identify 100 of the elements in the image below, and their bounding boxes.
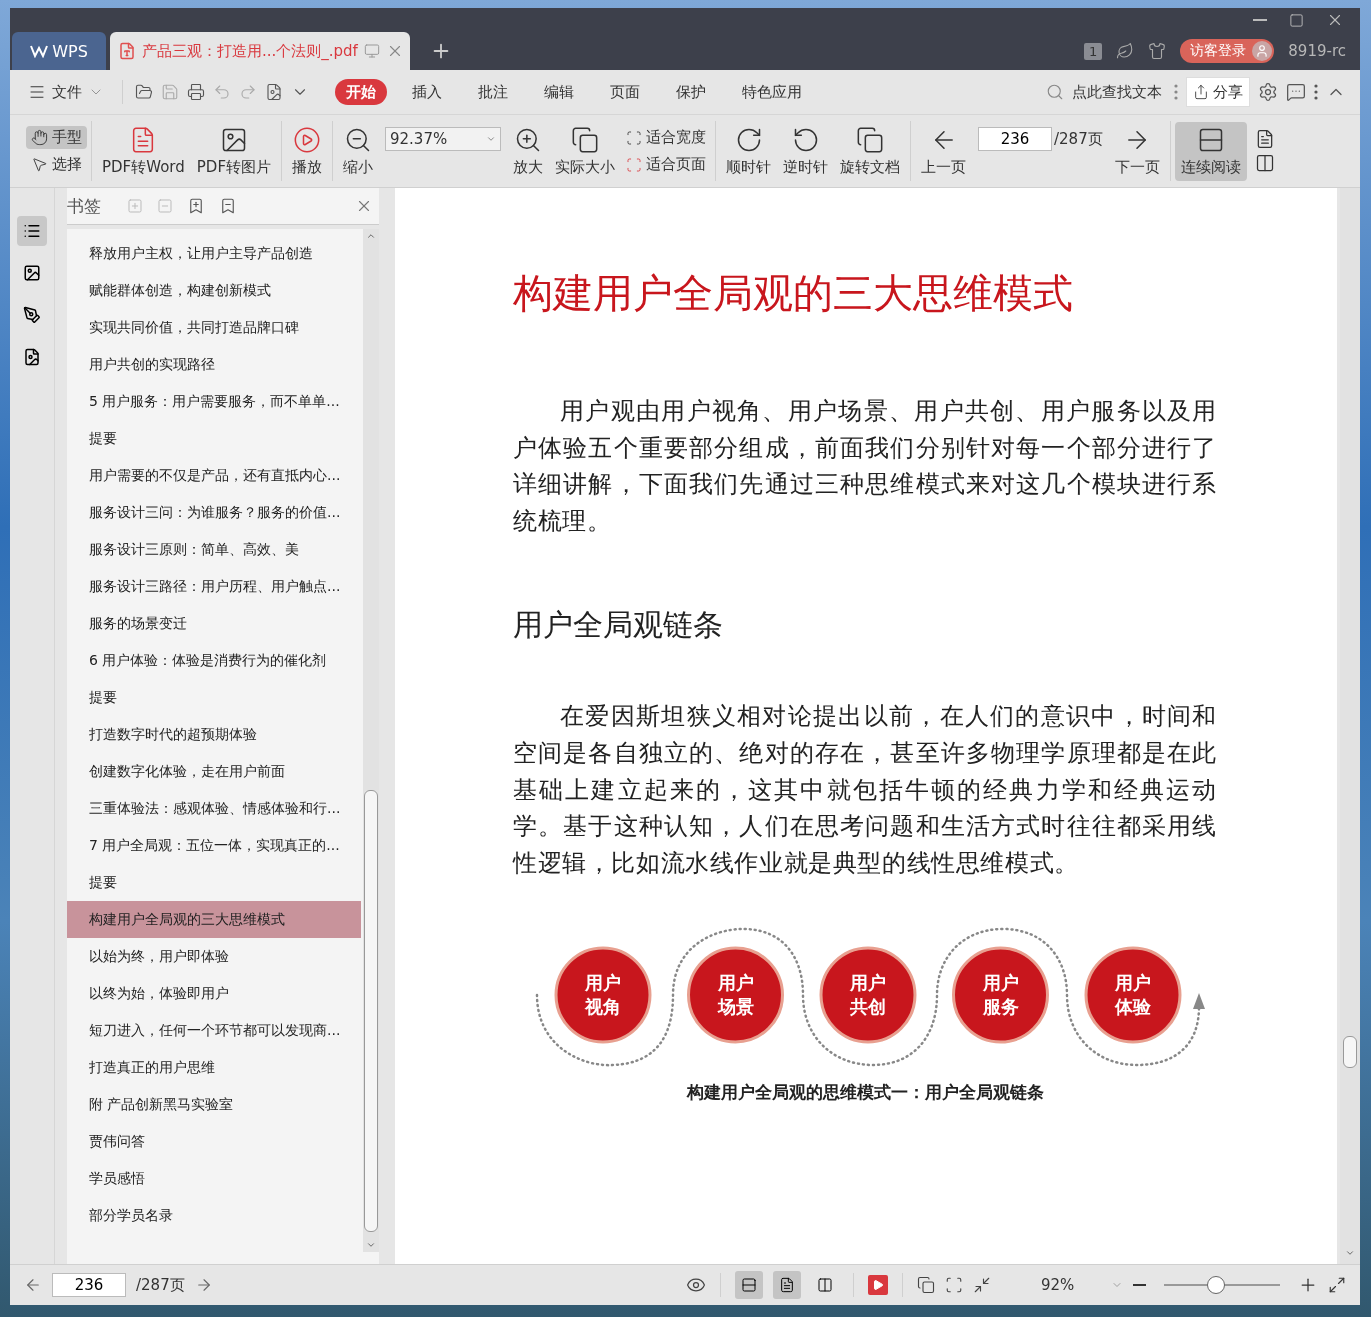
continuous-reading-button[interactable]: 连续阅读 [1174,121,1247,181]
play-button[interactable]: 播放 [286,121,328,181]
login-button[interactable]: 访客登录 [1180,39,1275,63]
actual-size-button[interactable]: 实际大小 [549,121,621,181]
two-page-icon [1254,153,1275,173]
rotate-counterclockwise-button[interactable]: 逆时针 [777,121,834,181]
bookmark-item[interactable]: 短刀进入，任何一个环节都可以发现商... [67,1012,361,1049]
fullscreen-icon [1328,1276,1346,1294]
bookmark-item[interactable]: 构建用户全局观的三大思维模式 [67,901,361,938]
bookmark-item[interactable]: 服务设计三路径：用户历程、用户触点... [67,568,361,605]
bookmark-item[interactable]: 部分学员名录 [67,1197,361,1234]
bookmark-item[interactable]: 打造数字时代的超预期体验 [67,716,361,753]
search-field[interactable]: 点此查找文本 [1070,82,1168,102]
fit-width-button[interactable]: 适合宽度 [621,126,711,149]
open-folder-icon [135,83,153,101]
bookmark-item[interactable]: 用户需要的不仅是产品，还有直抵内心... [67,457,361,494]
menu-tab[interactable]: 开始 [335,79,387,105]
share-button[interactable]: 分享 [1186,77,1250,107]
undo-icon [213,83,231,101]
two-page-icon [817,1276,833,1294]
play-icon[interactable] [868,1275,888,1295]
wps-tab[interactable]: WPS [12,32,106,70]
bookmark-item[interactable]: 服务设计三原则：简单、高效、美 [67,531,361,568]
export-icon [265,83,283,101]
scroll-thumb[interactable] [1343,1036,1357,1068]
bookmark-item[interactable]: 以始为终，用户即体验 [67,938,361,975]
menu-tab[interactable]: 特色应用 [731,79,813,105]
pointer-icon [31,156,48,173]
bookmark-item[interactable]: 创建数字化体验，走在用户前面 [67,753,361,790]
page-total: /287页 [1054,129,1103,149]
menu-tab[interactable]: 编辑 [533,79,585,105]
slider-thumb[interactable] [1207,1276,1226,1294]
more-icon[interactable] [1314,84,1318,100]
redo-icon [239,83,257,101]
monitor-icon [363,43,380,59]
bookmark-item[interactable]: 释放用户主权，让用户主导产品创造 [67,235,361,272]
comment-icon [1286,82,1306,102]
zoom-out-button[interactable]: 缩小 [337,121,379,181]
chain-circle: 用户 体验 [1084,946,1182,1044]
scrollbar[interactable] [1340,188,1360,1264]
rotate-clockwise-button[interactable]: 顺时针 [720,121,777,181]
bookmark-item[interactable]: 以终为始，体验即用户 [67,975,361,1012]
page-number-field[interactable]: 236 [978,127,1052,151]
next-page-button[interactable]: 下一页 [1108,121,1166,181]
rotate-document-button[interactable]: 旋转文档 [834,121,906,181]
bookmark-item[interactable]: 6 用户体验：体验是消费行为的催化剂 [67,642,361,679]
remove-bookmark-icon [219,197,237,215]
bookmark-item[interactable]: 提要 [67,420,361,457]
previous-page-button[interactable]: 上一页 [915,121,972,181]
panel-title: 书签 [67,194,101,218]
bookmark-item[interactable]: 服务的场景变迁 [67,605,361,642]
bookmark-item[interactable]: 三重体验法：感观体验、情感体验和行... [67,790,361,827]
add-bookmark-icon [187,197,205,215]
hand-icon [31,129,48,146]
bookmark-item[interactable]: 提要 [67,679,361,716]
bookmark-item[interactable]: 用户共创的实现路径 [67,346,361,383]
page-number-field[interactable]: 236 [52,1273,126,1297]
bookmark-item[interactable]: 7 用户全局观：五位一体，实现真正的... [67,827,361,864]
window-count-badge[interactable]: 1 [1084,42,1103,60]
leaf-icon [1116,42,1135,60]
fit-width-icon [973,1276,991,1294]
bookmark-item[interactable]: 服务设计三问：为谁服务？服务的价值... [67,494,361,531]
bookmark-item[interactable]: 打造真正的用户思维 [67,1049,361,1086]
file-menu[interactable]: 文件 [24,82,110,102]
pdf-to-image-button[interactable]: PDF转图片 [190,121,277,181]
scroll-thumb[interactable] [364,790,378,1232]
bookmark-item[interactable]: 学员感悟 [67,1160,361,1197]
menu-tab[interactable]: 批注 [467,79,519,105]
menu-tab[interactable]: 插入 [401,79,453,105]
bookmark-item[interactable]: 提要 [67,864,361,901]
save-icon [161,83,179,101]
hand-tool-button[interactable]: 手型 [26,126,87,149]
pages-icon [571,125,599,154]
paragraph: 在爱因斯坦狭义相对论提出以前，在人们的意识中，时间和空间是各自独立的、绝对的存在，甚至许多物理学原理都是在此基础上建立起来的，这其中就包括牛顿的经典力学和经典运动学。基于这种认知，人们在思考问题和生活方式时往往都采用线性逻辑，比如流水线作业就是典型的线性思维模式。 [513,701,1217,879]
fit-icon [626,129,642,146]
pdf-to-word-button[interactable]: PDF转Word [96,121,191,181]
bookmark-item[interactable]: 实现共同价值，共同打造品牌口碑 [67,309,361,346]
document-tab[interactable]: 产品三观：打造用...个法则_.pdf [110,32,410,70]
section-heading: 用户全局观链条 [513,606,724,645]
zoom-select[interactable]: 92.37% [385,127,501,151]
page-heading: 构建用户全局观的三大思维模式 [513,269,1074,318]
bookmark-item[interactable]: 贾伟问答 [67,1123,361,1160]
settings-icon [1258,82,1278,102]
fit-page-icon [945,1276,963,1294]
select-tool-button[interactable]: 选择 [26,153,87,176]
actual-size-icon [917,1276,935,1294]
menu-tab[interactable]: 页面 [599,79,651,105]
more-icon[interactable] [1174,84,1178,100]
bookmark-item[interactable]: 5 用户服务：用户需要服务，而不单单... [67,383,361,420]
view-mode-button[interactable] [773,1271,801,1299]
play-circle-icon [293,125,321,154]
paragraph: 用户观由用户视角、用户场景、用户共创、用户服务以及用户体验五个重要部分组成，前面我们分别针对每一个部分进行了详细讲解，下面我们先通过三种思维模式来对这几个模块进行系统梳理。 [513,396,1217,537]
scrollbar[interactable] [363,229,379,1252]
menu-tab[interactable]: 保护 [665,79,717,105]
fit-page-button[interactable]: 适合页面 [621,153,711,176]
bookmark-item[interactable]: 赋能群体创造，构建创新模式 [67,272,361,309]
bookmark-item[interactable]: 附 产品创新黑马实验室 [67,1086,361,1123]
zoom-value[interactable]: 92% [1041,1276,1101,1294]
zoom-in-button[interactable]: 放大 [507,121,549,181]
bookmarks-icon[interactable] [17,216,47,246]
